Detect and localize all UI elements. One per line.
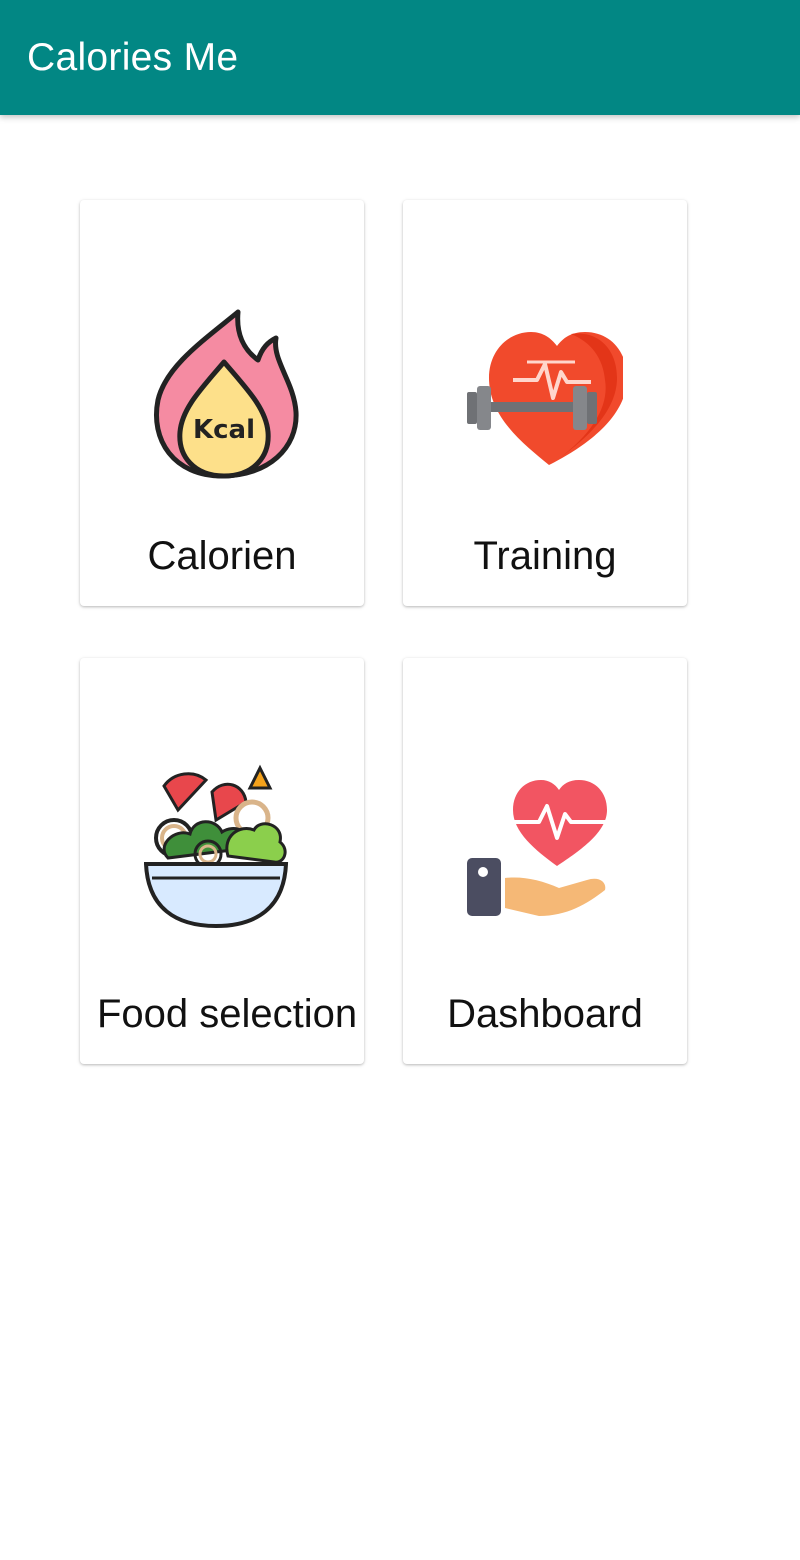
- calorien-label: Calorien: [147, 534, 297, 578]
- calorien-card[interactable]: Kcal Calorien: [80, 200, 364, 606]
- app-bar: Calories Me: [0, 0, 800, 115]
- food-selection-label: Food selection: [97, 992, 358, 1036]
- app-title: Calories Me: [27, 36, 239, 79]
- kcal-flame-icon: Kcal: [144, 300, 300, 480]
- dashboard-card[interactable]: Dashboard: [403, 658, 687, 1064]
- heart-hand-icon: [467, 758, 623, 938]
- food-selection-card[interactable]: Food selection: [80, 658, 364, 1064]
- heart-dumbbell-icon: [467, 300, 623, 480]
- kcal-icon-text: Kcal: [193, 415, 255, 445]
- training-card[interactable]: Training: [403, 200, 687, 606]
- salad-bowl-icon: [144, 758, 300, 938]
- dashboard-label: Dashboard: [447, 992, 643, 1036]
- training-label: Training: [473, 534, 617, 578]
